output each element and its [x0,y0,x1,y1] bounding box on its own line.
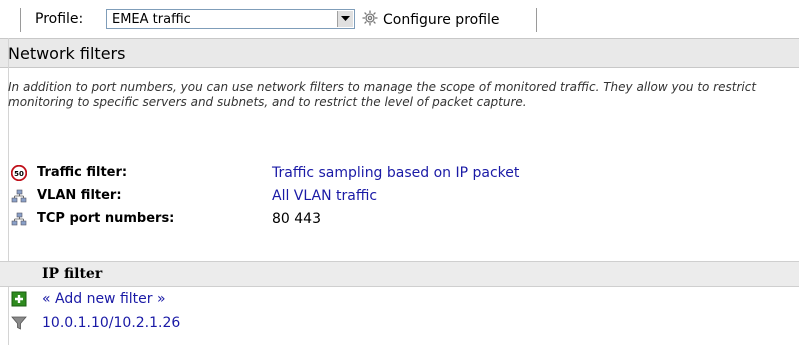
profile-toolbar: Profile: EMEA traffic Configure profile [0,0,799,38]
vlan-filter-link[interactable]: All VLAN traffic [272,188,377,204]
ip-filter-entry[interactable]: 10.0.1.10/10.2.1.26 [0,312,799,334]
section-description: In addition to port numbers, you can use… [8,80,757,109]
section-header: Network filters [0,38,799,68]
ip-filter-title: IP filter [42,266,103,282]
svg-text:50: 50 [14,170,24,178]
profile-select-value: EMEA traffic [112,12,191,27]
vlan-filter-label: VLAN filter: [37,188,122,203]
page-title: Network filters [8,44,126,63]
ip-filter-header: IP filter [0,261,799,287]
traffic-filter-link[interactable]: Traffic sampling based on IP packet [272,165,519,181]
configure-profile-label: Configure profile [383,12,500,28]
traffic-filter-row: 50 Traffic filter: Traffic sampling base… [0,163,799,183]
network-icon [11,211,27,227]
add-new-filter-link[interactable]: « Add new filter » [42,291,166,307]
funnel-icon [11,315,27,331]
tcp-port-label: TCP port numbers: [37,211,175,226]
add-filter-row[interactable]: « Add new filter » [0,288,799,310]
gear-icon [361,9,379,31]
speed-limit-50-icon: 50 [10,164,28,182]
profile-label: Profile: [35,11,84,27]
profile-select[interactable]: EMEA traffic [106,9,355,29]
vlan-filter-row: VLAN filter: All VLAN traffic [0,186,799,206]
ip-filter-entry-link[interactable]: 10.0.1.10/10.2.1.26 [42,315,180,331]
dropdown-arrow-icon[interactable] [337,11,353,27]
configure-profile-button[interactable]: Configure profile [361,9,500,31]
toolbar-separator [536,8,537,32]
add-icon[interactable] [11,291,27,307]
tcp-port-value: 80 443 [272,211,321,227]
network-icon [11,188,27,204]
traffic-filter-label: Traffic filter: [37,165,128,180]
tcp-port-row: TCP port numbers: 80 443 [0,209,799,229]
toolbar-separator [20,8,21,32]
